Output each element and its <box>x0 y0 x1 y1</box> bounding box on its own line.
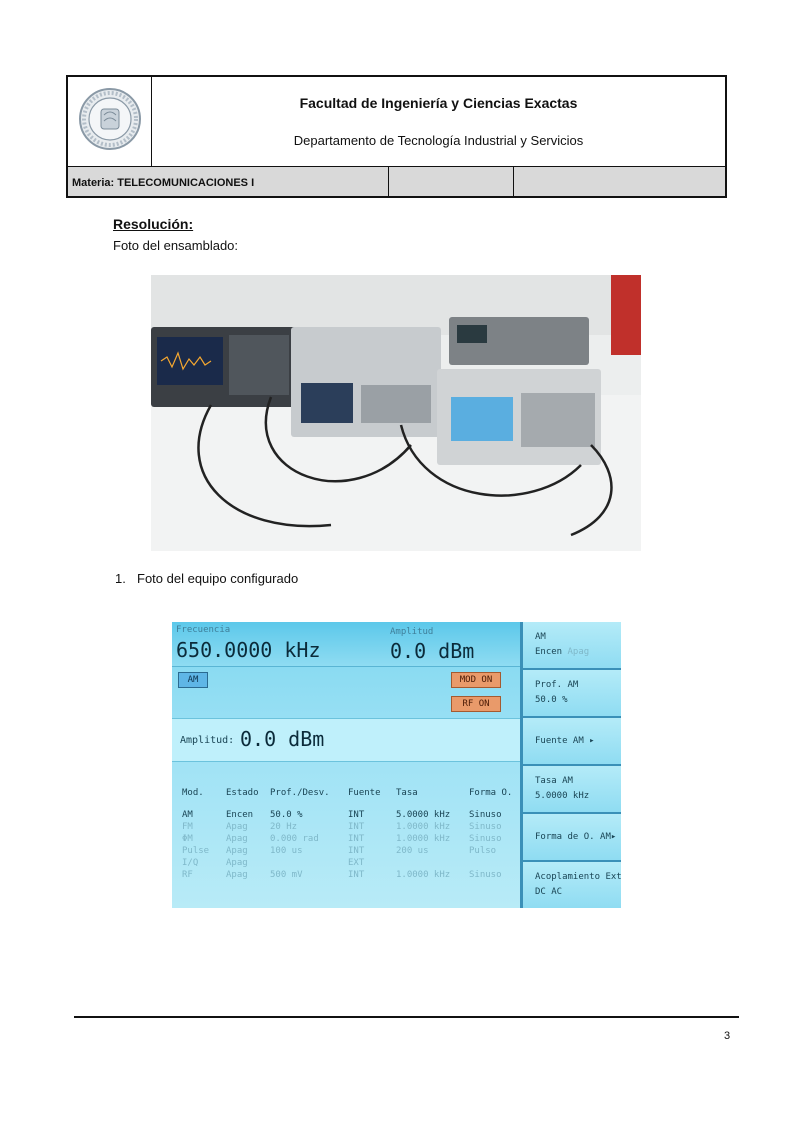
list-item-number: 1. <box>115 571 126 586</box>
cell-estado: Apag <box>226 834 248 844</box>
amplitude-entry-value: 0.0 dBm <box>240 727 325 751</box>
amplitude-entry-label: Amplitud: <box>180 735 235 746</box>
cell-prof: 0.000 rad <box>270 834 319 844</box>
softkey-prof-am-title: Prof. AM <box>535 680 579 690</box>
configured-equipment-caption: Foto del equipo configurado <box>137 571 299 586</box>
softkey-am-value: Encen Apag <box>535 647 590 657</box>
subject-label: Materia: TELECOMUNICACIONES I <box>72 177 255 189</box>
cell-divider <box>513 167 514 196</box>
softkey-prof-am-value: 50.0 % <box>535 695 568 705</box>
frequency-label: Frecuencia <box>176 625 231 635</box>
col-header-forma: Forma O. <box>469 788 513 798</box>
cell-fuente: INT <box>348 822 365 832</box>
resolution-heading: Resolución: <box>113 216 194 232</box>
page-number: 3 <box>724 1030 731 1042</box>
assembly-photo-caption: Foto del ensamblado: <box>113 238 239 253</box>
header-title-cell: Facultad de Ingeniería y Ciencias Exacta… <box>152 77 725 166</box>
cell-forma: Sinuso <box>469 870 502 880</box>
amplitude-label: Amplitud <box>390 627 434 637</box>
cell-fuente: INT <box>348 846 365 856</box>
faculty-title: Facultad de Ingeniería y Ciencias Exacta… <box>299 95 578 111</box>
softkey-tasa-am[interactable]: Tasa AM 5.0000 kHz <box>523 766 621 814</box>
frequency-value: 650.0000 kHz <box>176 638 321 662</box>
softkey-forma-am-title: Forma de O. AM▸ <box>535 832 617 842</box>
signal-generator-screen-photo: Frecuencia 650.0000 kHz Amplitud 0.0 dBm… <box>172 622 621 908</box>
department-subtitle: Departamento de Tecnología Industrial y … <box>293 133 584 148</box>
cell-mod: RF <box>182 870 193 880</box>
cell-prof: 50.0 % <box>270 810 303 820</box>
softkey-am-title: AM <box>535 632 546 642</box>
cell-forma: Pulso <box>469 846 497 856</box>
cell-fuente: INT <box>348 810 365 820</box>
softkey-acoplamiento[interactable]: Acoplamiento Ext DC AC <box>523 862 621 908</box>
modulation-table: Mod. Estado Prof./Desv. Fuente Tasa Form… <box>172 770 520 908</box>
cell-mod: I/Q <box>182 858 199 868</box>
softkey-fuente-am-title: Fuente AM ▸ <box>535 736 595 746</box>
softkey-prof-am[interactable]: Prof. AM 50.0 % <box>523 670 621 718</box>
cell-estado: Apag <box>226 822 248 832</box>
am-indicator: AM <box>178 672 208 688</box>
cell-estado: Encen <box>226 810 254 820</box>
cell-mod: Pulse <box>182 846 210 856</box>
assembly-photo <box>151 275 641 551</box>
cell-fuente: EXT <box>348 858 365 868</box>
col-header-fuente: Fuente <box>348 788 381 798</box>
cell-prof: 100 us <box>270 846 303 856</box>
cell-divider <box>388 167 389 196</box>
cell-estado: Apag <box>226 870 248 880</box>
cell-mod: ΦM <box>182 834 193 844</box>
cell-tasa: 1.0000 kHz <box>396 834 451 844</box>
cell-tasa: 1.0000 kHz <box>396 870 451 880</box>
softkey-am[interactable]: AM Encen Apag <box>523 622 621 670</box>
rf-on-indicator: RF ON <box>451 696 501 712</box>
cell-mod: FM <box>182 822 193 832</box>
amplitude-entry-row: Amplitud: 0.0 dBm <box>172 718 520 762</box>
cell-forma: Sinuso <box>469 810 502 820</box>
cell-prof: 500 mV <box>270 870 303 880</box>
softkey-forma-am[interactable]: Forma de O. AM▸ <box>523 814 621 862</box>
cell-forma: Sinuso <box>469 822 502 832</box>
cell-prof: 20 Hz <box>270 822 298 832</box>
col-header-tasa: Tasa <box>396 788 418 798</box>
col-header-estado: Estado <box>226 788 259 798</box>
university-seal-logo <box>79 88 141 150</box>
lab-bench-illustration <box>151 275 641 551</box>
cell-estado: Apag <box>226 846 248 856</box>
cell-estado: Apag <box>226 858 248 868</box>
mod-on-indicator: MOD ON <box>451 672 501 688</box>
cell-fuente: INT <box>348 834 365 844</box>
softkey-acoplamiento-title: Acoplamiento Ext <box>535 872 621 882</box>
cell-forma: Sinuso <box>469 834 502 844</box>
col-header-prof: Prof./Desv. <box>270 788 330 798</box>
subject-row: Materia: TELECOMUNICACIONES I <box>68 166 725 196</box>
logo-cell <box>68 77 152 166</box>
cell-tasa: 5.0000 kHz <box>396 810 451 820</box>
softkey-panel: AM Encen Apag Prof. AM 50.0 % Fuente AM … <box>520 622 621 908</box>
cell-tasa: 200 us <box>396 846 429 856</box>
amplitude-value: 0.0 dBm <box>390 639 475 663</box>
cell-fuente: INT <box>348 870 365 880</box>
col-header-mod: Mod. <box>182 788 204 798</box>
screen-status-bar: Frecuencia 650.0000 kHz Amplitud 0.0 dBm <box>172 622 520 667</box>
document-header: Facultad de Ingeniería y Ciencias Exacta… <box>66 75 727 198</box>
softkey-tasa-am-title: Tasa AM <box>535 776 573 786</box>
cell-tasa: 1.0000 kHz <box>396 822 451 832</box>
softkey-tasa-am-value: 5.0000 kHz <box>535 791 590 801</box>
softkey-acoplamiento-value: DC AC <box>535 887 563 897</box>
cell-mod: AM <box>182 810 193 820</box>
softkey-fuente-am[interactable]: Fuente AM ▸ <box>523 718 621 766</box>
footer-rule <box>74 1016 739 1018</box>
